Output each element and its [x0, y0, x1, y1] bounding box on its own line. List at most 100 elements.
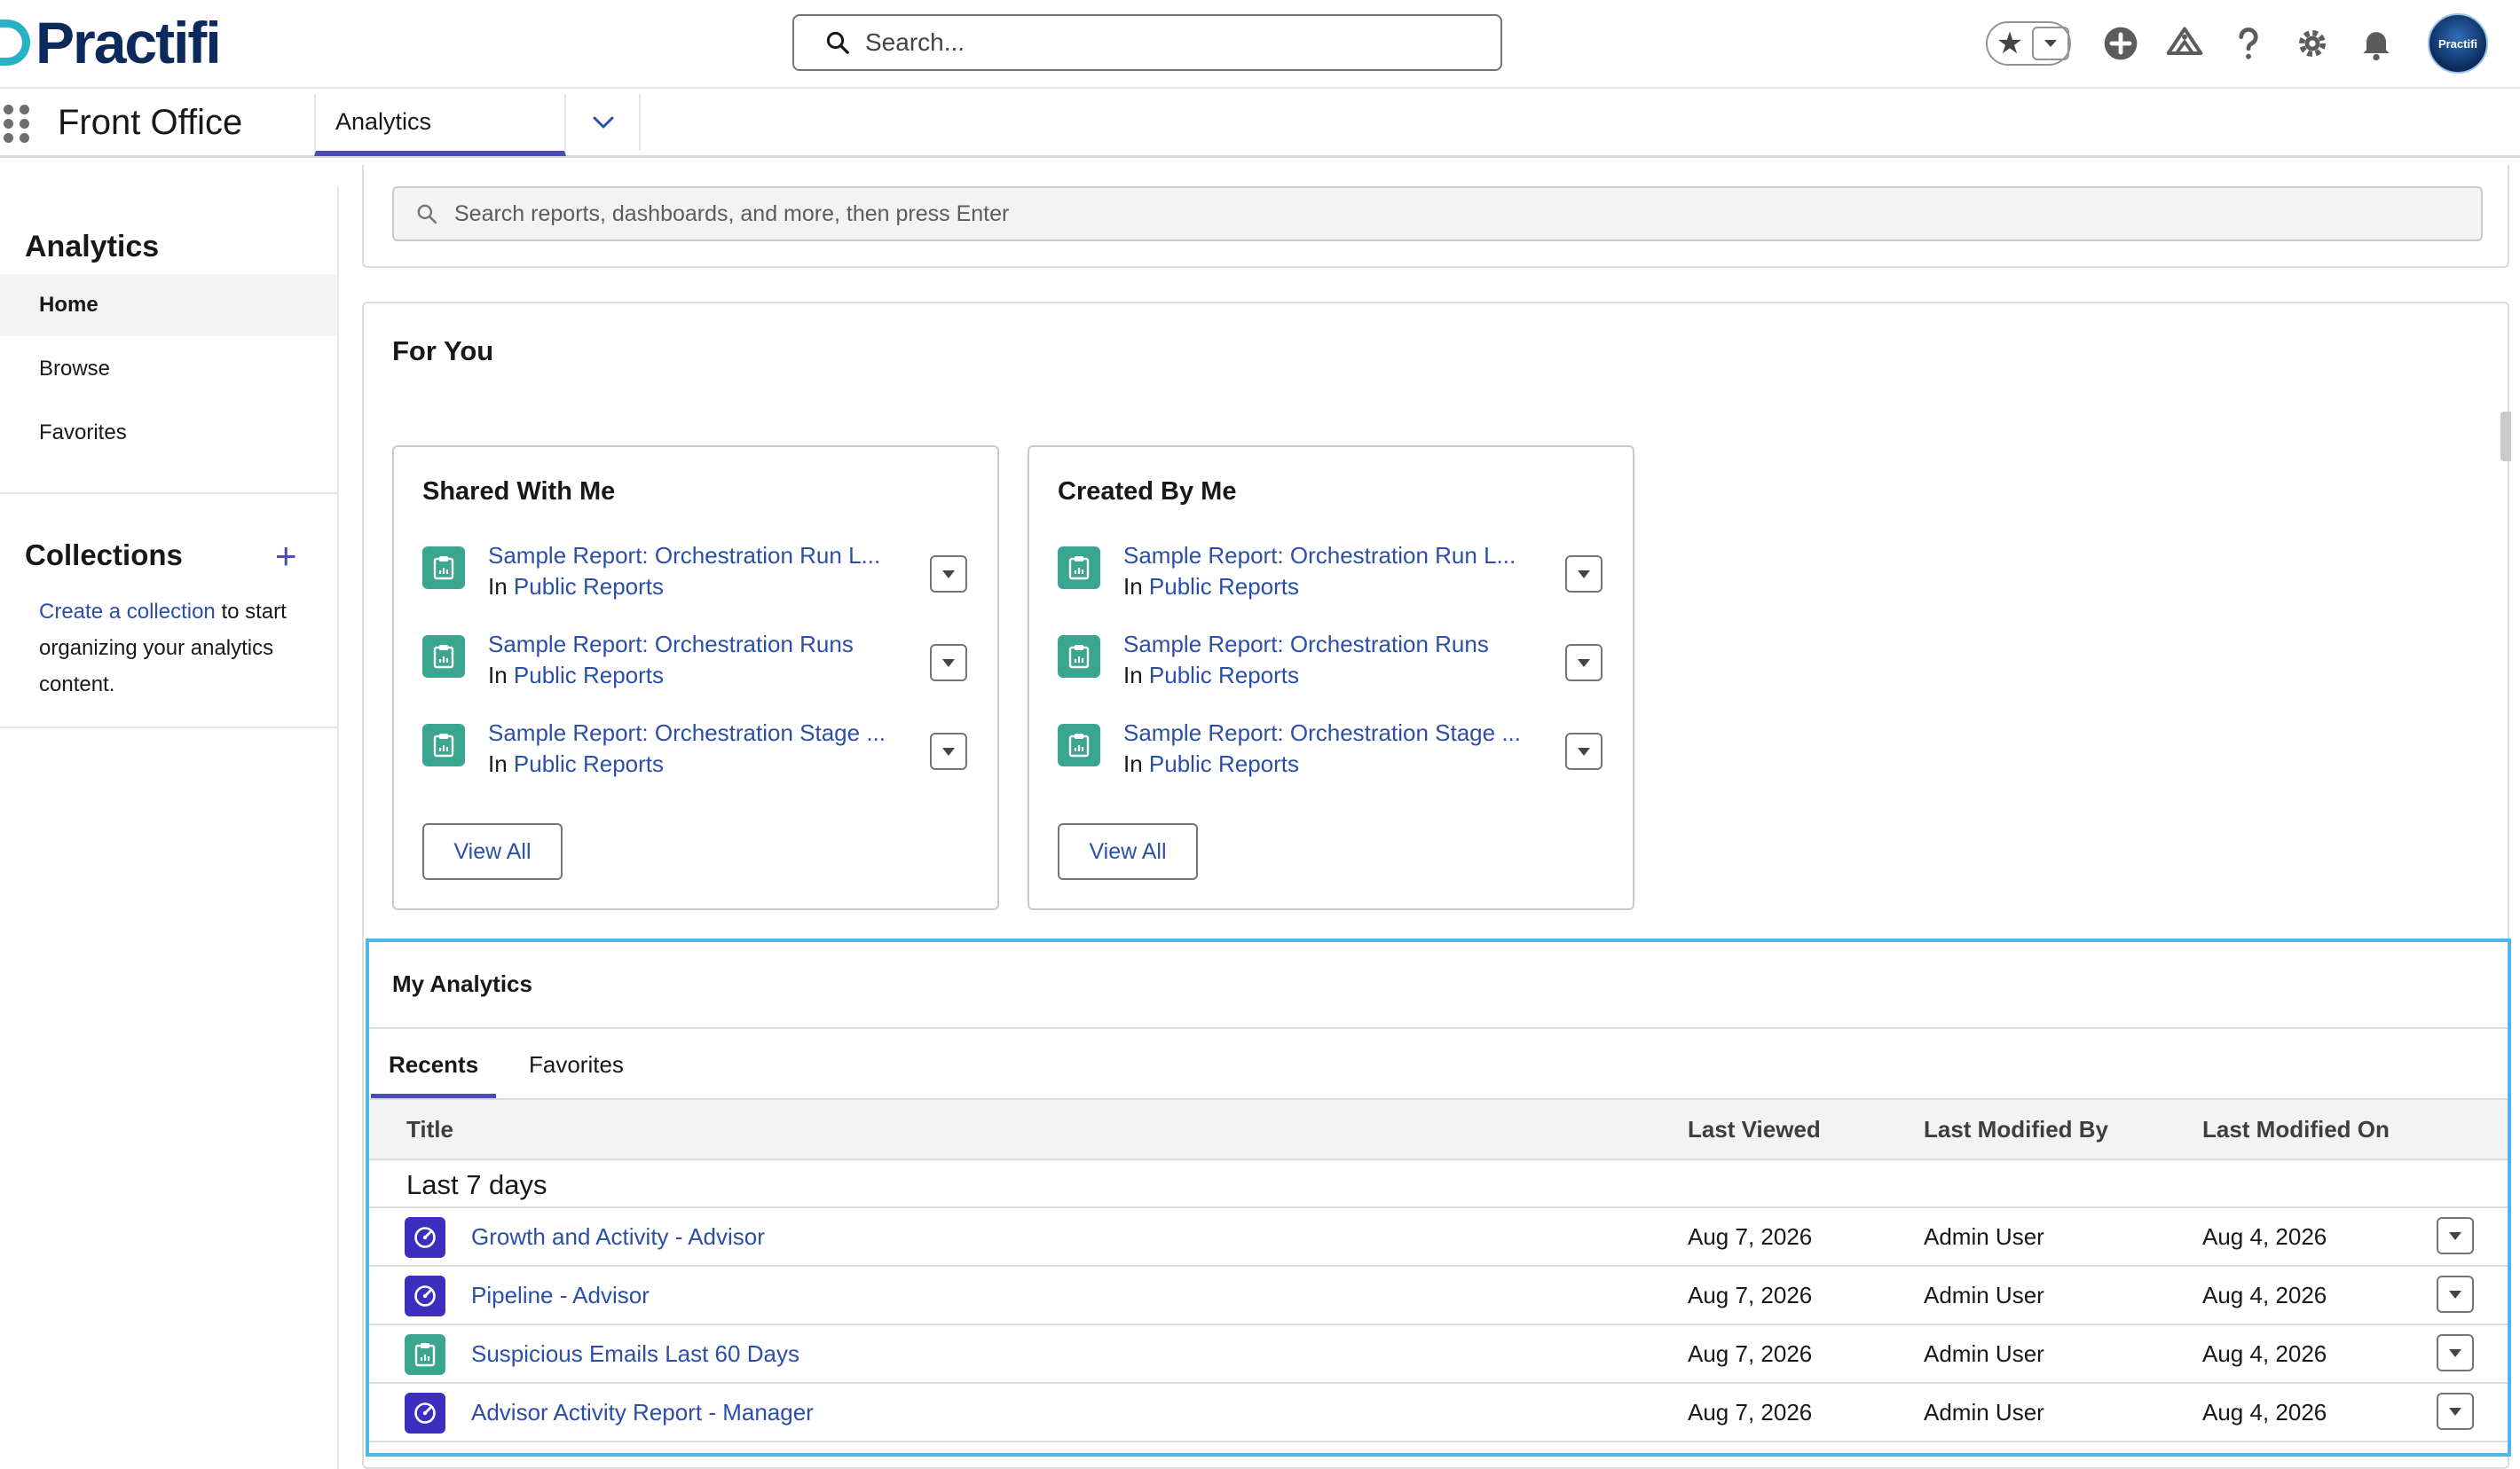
- last-modified-on-cell: Aug 4, 2026: [2202, 1223, 2327, 1250]
- sidebar-divider: [0, 492, 337, 494]
- row-actions-button[interactable]: [1565, 733, 1603, 770]
- scrollbar-handle[interactable]: [2500, 412, 2511, 461]
- tab-analytics-label: Analytics: [335, 108, 432, 135]
- last-modified-by-cell: Admin User: [1924, 1223, 2044, 1250]
- create-collection-link[interactable]: Create a collection: [39, 600, 216, 624]
- report-icon: [422, 724, 465, 766]
- report-icon: [422, 546, 465, 589]
- folder-link[interactable]: Public Reports: [1149, 662, 1299, 688]
- list-item: Sample Report: Orchestration Run L... In…: [1058, 539, 1617, 610]
- report-icon: [422, 635, 465, 678]
- dashboard-icon: [405, 1217, 445, 1258]
- row-title-link[interactable]: Pipeline - Advisor: [471, 1267, 650, 1324]
- sidebar-divider: [0, 727, 337, 728]
- list-item: Sample Report: Orchestration Stage ... I…: [1058, 717, 1617, 788]
- star-icon[interactable]: ★: [1988, 23, 2032, 64]
- last-modified-on-cell: Aug 4, 2026: [2202, 1340, 2327, 1367]
- report-link[interactable]: Sample Report: Orchestration Run L...: [488, 539, 905, 571]
- tab-recents[interactable]: Recents: [371, 1031, 497, 1098]
- gear-icon[interactable]: [2280, 12, 2344, 75]
- folder-link[interactable]: Public Reports: [514, 750, 664, 777]
- view-all-button[interactable]: View All: [422, 823, 563, 880]
- global-search[interactable]: [792, 14, 1502, 71]
- report-icon: [1058, 724, 1100, 766]
- chevron-down-icon: [942, 658, 955, 667]
- group-label: Last 7 days: [406, 1169, 547, 1200]
- last-modified-by-cell: Admin User: [1924, 1340, 2044, 1367]
- column-header-last-viewed[interactable]: Last Viewed: [1688, 1100, 1821, 1159]
- row-title-link[interactable]: Advisor Activity Report - Manager: [471, 1384, 814, 1441]
- trailhead-icon[interactable]: [2153, 12, 2217, 75]
- tab-analytics[interactable]: Analytics: [314, 94, 566, 156]
- row-actions-button[interactable]: [930, 555, 967, 593]
- row-actions-button[interactable]: [1565, 644, 1603, 681]
- table-row: Pipeline - Advisor Aug 7, 2026 Admin Use…: [369, 1265, 2508, 1324]
- list-item: Sample Report: Orchestration Stage ... I…: [422, 717, 981, 788]
- view-all-button[interactable]: View All: [1058, 823, 1198, 880]
- row-actions-button[interactable]: [930, 644, 967, 681]
- report-link[interactable]: Sample Report: Orchestration Runs: [1123, 628, 1540, 660]
- logo-text: Practifi: [35, 10, 222, 75]
- analytics-search-card: [362, 165, 2509, 268]
- in-label: In: [1123, 750, 1143, 777]
- report-link[interactable]: Sample Report: Orchestration Stage ...: [488, 717, 905, 749]
- folder-link[interactable]: Public Reports: [514, 662, 664, 688]
- row-actions-button[interactable]: [2437, 1334, 2474, 1371]
- sidebar-item-browse[interactable]: Browse: [0, 338, 337, 400]
- dashboard-icon: [405, 1393, 445, 1434]
- row-actions-button[interactable]: [2437, 1276, 2474, 1313]
- folder-link[interactable]: Public Reports: [1149, 573, 1299, 600]
- last-viewed-cell: Aug 7, 2026: [1688, 1399, 1813, 1426]
- folder-link[interactable]: Public Reports: [514, 573, 664, 600]
- last-viewed-cell: Aug 7, 2026: [1688, 1340, 1813, 1367]
- folder-link[interactable]: Public Reports: [1149, 750, 1299, 777]
- report-link[interactable]: Sample Report: Orchestration Runs: [488, 628, 905, 660]
- help-icon[interactable]: [2217, 12, 2280, 75]
- logo-mark-icon: [0, 20, 30, 66]
- favorites-dropdown-button[interactable]: [2032, 27, 2069, 60]
- dashboard-icon: [405, 1276, 445, 1316]
- report-icon: [1058, 546, 1100, 589]
- last-modified-by-cell: Admin User: [1924, 1282, 2044, 1308]
- row-actions-button[interactable]: [1565, 555, 1603, 593]
- row-title-link[interactable]: Growth and Activity - Advisor: [471, 1208, 765, 1265]
- last-modified-on-cell: Aug 4, 2026: [2202, 1399, 2327, 1426]
- column-header-last-modified-on[interactable]: Last Modified On: [2202, 1100, 2390, 1159]
- nav-menu-button[interactable]: [568, 94, 641, 151]
- row-title-link[interactable]: Suspicious Emails Last 60 Days: [471, 1325, 799, 1382]
- analytics-search-input[interactable]: [454, 200, 2406, 227]
- list-item: Sample Report: Orchestration Runs In Pub…: [422, 628, 981, 699]
- analytics-search[interactable]: [392, 186, 2483, 241]
- chevron-down-icon: [1578, 658, 1590, 667]
- report-link[interactable]: Sample Report: Orchestration Run L...: [1123, 539, 1540, 571]
- report-link[interactable]: Sample Report: Orchestration Stage ...: [1123, 717, 1540, 749]
- tab-favorites[interactable]: Favorites: [511, 1031, 642, 1098]
- favorites-button-group: ★: [1986, 21, 2071, 66]
- practifi-logo[interactable]: Practifi: [0, 9, 222, 76]
- global-header: Practifi ★ Practifi: [0, 0, 2520, 87]
- chevron-down-icon: [2449, 1407, 2461, 1416]
- sidebar-item-home[interactable]: Home: [0, 274, 337, 336]
- row-actions-button[interactable]: [2437, 1217, 2474, 1254]
- app-launcher-icon[interactable]: [4, 105, 32, 144]
- column-header-last-modified-by[interactable]: Last Modified By: [1924, 1100, 2108, 1159]
- row-actions-button[interactable]: [2437, 1393, 2474, 1430]
- last-modified-on-cell: Aug 4, 2026: [2202, 1282, 2327, 1308]
- bell-icon[interactable]: [2344, 12, 2408, 75]
- row-actions-button[interactable]: [930, 733, 967, 770]
- divider: [369, 1027, 2508, 1029]
- header-icons: ★ Practifi: [1986, 12, 2488, 75]
- table-header: Title Last Viewed Last Modified By Last …: [369, 1098, 2508, 1160]
- global-search-input[interactable]: [865, 28, 1486, 57]
- add-icon[interactable]: [2089, 12, 2153, 75]
- sidebar-item-favorites[interactable]: Favorites: [0, 402, 337, 464]
- column-header-title[interactable]: Title: [406, 1100, 453, 1159]
- table-row: Suspicious Emails Last 60 Days Aug 7, 20…: [369, 1324, 2508, 1382]
- add-collection-icon[interactable]: +: [275, 538, 297, 575]
- collections-help-text: Create a collection to start organizing …: [39, 593, 314, 703]
- avatar[interactable]: Practifi: [2428, 13, 2488, 74]
- in-label: In: [488, 662, 508, 688]
- table-row: Growth and Activity - Advisor Aug 7, 202…: [369, 1206, 2508, 1265]
- divider: [369, 1441, 2508, 1442]
- analytics-sidebar: Analytics Home Browse Favorites Collecti…: [0, 187, 339, 1469]
